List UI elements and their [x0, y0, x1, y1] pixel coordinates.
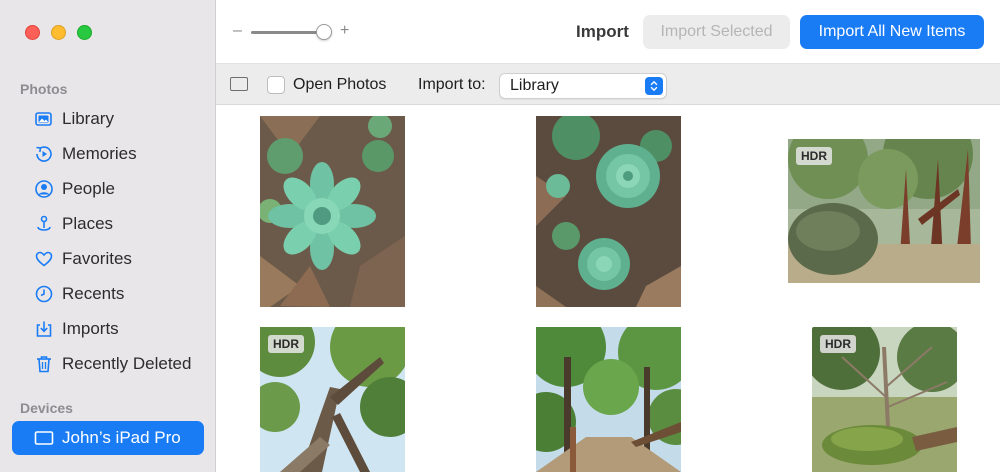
- sidebar-item-memories[interactable]: Memories: [12, 137, 204, 171]
- hdr-badge: HDR: [796, 147, 832, 165]
- import-all-button[interactable]: Import All New Items: [800, 15, 984, 49]
- import-destination-value: Library: [510, 77, 559, 94]
- photo-thumbnail[interactable]: [536, 116, 681, 307]
- sidebar-item-ipad[interactable]: John’s iPad Pro: [12, 421, 204, 455]
- imports-icon: [34, 319, 54, 339]
- trash-icon: [34, 354, 54, 374]
- zoom-in-label: +: [340, 22, 350, 39]
- photo-thumbnail[interactable]: HDR: [260, 327, 405, 472]
- hdr-badge: HDR: [820, 335, 856, 353]
- sidebar-item-label: Favorites: [62, 249, 132, 268]
- sidebar-item-recents[interactable]: Recents: [12, 277, 204, 311]
- sidebar-item-label: Recently Deleted: [62, 354, 192, 373]
- minimize-button[interactable]: [51, 25, 66, 40]
- import-selected-button[interactable]: Import Selected: [643, 15, 790, 49]
- photo-thumbnail[interactable]: [260, 116, 405, 307]
- succulents-image: [536, 116, 681, 307]
- import-to-label: Import to:: [418, 76, 486, 93]
- zoom-slider[interactable]: [251, 31, 323, 34]
- people-icon: [34, 179, 54, 199]
- places-icon: [34, 214, 54, 234]
- sidebar-item-label: People: [62, 179, 115, 198]
- open-photos-checkbox[interactable]: [267, 76, 285, 94]
- sidebar-item-imports[interactable]: Imports: [12, 312, 204, 346]
- zoom-out-label: –: [233, 22, 242, 39]
- library-icon: [34, 109, 54, 129]
- page-title: Import: [576, 22, 629, 41]
- chevron-updown-icon: [645, 77, 663, 95]
- forest-path-image: [536, 327, 681, 472]
- sidebar-item-people[interactable]: People: [12, 172, 204, 206]
- sidebar-item-label: Memories: [62, 144, 137, 163]
- sidebar-item-label: Imports: [62, 319, 119, 338]
- sidebar-section-photos: Photos: [20, 81, 68, 97]
- import-destination-select[interactable]: Library: [499, 73, 667, 99]
- sidebar-item-label: Library: [62, 109, 114, 128]
- sidebar-item-recently-deleted[interactable]: Recently Deleted: [12, 347, 204, 381]
- window-controls: [25, 25, 92, 40]
- heart-icon: [34, 249, 54, 269]
- sidebar-item-favorites[interactable]: Favorites: [12, 242, 204, 276]
- photo-thumbnail[interactable]: [536, 327, 681, 472]
- clock-icon: [34, 284, 54, 304]
- zoom-slider-knob[interactable]: [316, 24, 332, 40]
- import-options-bar: Open Photos Import to: Library: [216, 64, 1000, 105]
- sidebar-item-places[interactable]: Places: [12, 207, 204, 241]
- sidebar-item-library[interactable]: Library: [12, 102, 204, 136]
- toolbar: – + Import Import Selected Import All Ne…: [216, 0, 1000, 64]
- photos-import-window: Photos Library Memories People Places Fa…: [0, 0, 1000, 472]
- succulent-image: [260, 116, 405, 307]
- sidebar-section-devices: Devices: [20, 400, 73, 416]
- zoom-button[interactable]: [77, 25, 92, 40]
- photo-thumbnail[interactable]: HDR: [812, 327, 957, 472]
- sidebar-item-label: Recents: [62, 284, 125, 303]
- hdr-badge: HDR: [268, 335, 304, 353]
- memories-icon: [34, 144, 54, 164]
- photo-thumbnail[interactable]: HDR: [788, 139, 980, 283]
- ipad-icon: [34, 428, 54, 448]
- device-icon[interactable]: [230, 77, 248, 91]
- sidebar-item-label: Places: [62, 214, 114, 233]
- sidebar-item-label: John’s iPad Pro: [62, 428, 181, 447]
- open-photos-label: Open Photos: [293, 76, 387, 93]
- sidebar: Photos Library Memories People Places Fa…: [0, 0, 216, 472]
- close-button[interactable]: [25, 25, 40, 40]
